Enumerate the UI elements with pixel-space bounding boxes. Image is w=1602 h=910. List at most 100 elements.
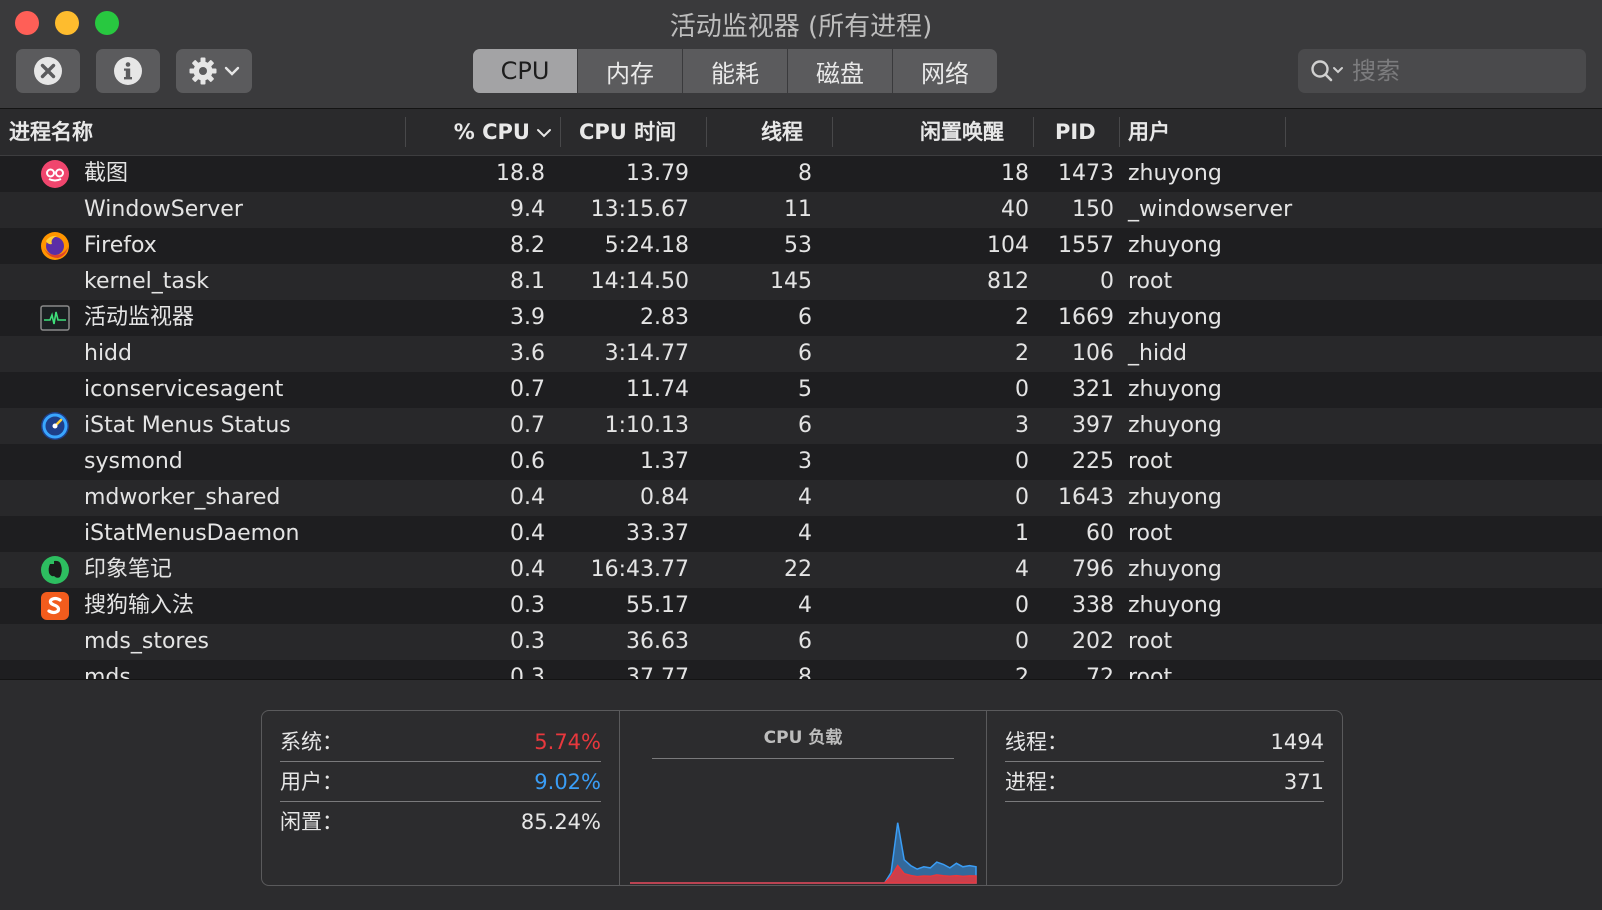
- threads-cell: 4: [798, 485, 812, 510]
- user-cell: zhuyong: [1128, 485, 1222, 510]
- idle-wakeups-cell: 40: [1001, 197, 1029, 222]
- table-row[interactable]: iconservicesagent 0.7 11.74 5 0 321 zhuyong: [0, 372, 1602, 408]
- table-row[interactable]: iStatMenusDaemon 0.4 33.37 4 1 60 root: [0, 516, 1602, 552]
- pid-cell: 321: [1072, 377, 1114, 402]
- process-name-cell: kernel_task: [84, 269, 210, 294]
- cpu-cell: 0.3: [510, 593, 545, 618]
- chevron-down-icon: [224, 66, 240, 76]
- idle-wakeups-cell: 812: [987, 269, 1029, 294]
- idle-wakeups-cell: 1: [1015, 521, 1029, 546]
- table-row[interactable]: Firefox 8.2 5:24.18 53 104 1557 zhuyong: [0, 228, 1602, 264]
- idle-wakeups-cell: 104: [987, 233, 1029, 258]
- process-name-cell: mdworker_shared: [84, 485, 281, 510]
- table-row[interactable]: kernel_task 8.1 14:14.50 145 812 0 root: [0, 264, 1602, 300]
- threads-cell: 4: [798, 521, 812, 546]
- threads-cell: 145: [770, 269, 812, 294]
- firefox-icon: [40, 231, 70, 261]
- pid-cell: 0: [1100, 269, 1114, 294]
- process-name-cell: mds: [84, 665, 131, 679]
- toolbar: 活动监视器 (所有进程) CPU 内存 能耗 磁盘 网络 搜索: [0, 0, 1602, 109]
- inspect-process-button[interactable]: [96, 49, 160, 93]
- user-label: 用户：: [280, 770, 343, 794]
- table-row[interactable]: WindowServer 9.4 13:15.67 11 40 150 _windowser…: [0, 192, 1602, 228]
- table-header: 进程名称 % CPU CPU 时间 线程 闲置唤醒 PID 用户: [0, 109, 1602, 156]
- search-input[interactable]: [1350, 56, 1554, 86]
- table-row[interactable]: mdworker_shared 0.4 0.84 4 0 1643 zhuyong: [0, 480, 1602, 516]
- search-field[interactable]: [1298, 49, 1586, 93]
- user-cell: zhuyong: [1128, 557, 1222, 582]
- process-name-cell: mds_stores: [84, 629, 209, 654]
- table-row[interactable]: 搜狗输入法 0.3 55.17 4 0 338 zhuyong: [0, 588, 1602, 624]
- idle-wakeups-cell: 2: [1015, 305, 1029, 330]
- summary-panel: 系统： 5.74% 用户： 9.02% 闲置： 85.24% CPU 负载 线程…: [0, 679, 1602, 910]
- column-header-pid[interactable]: PID: [1034, 109, 1120, 155]
- screenshot-app-icon: [40, 159, 70, 189]
- process-counts: 线程： 1494 进程： 371: [987, 711, 1342, 885]
- cpu-time-cell: 3:14.77: [604, 341, 689, 366]
- pid-cell: 1473: [1058, 161, 1114, 186]
- threads-cell: 6: [798, 305, 812, 330]
- action-menu-button[interactable]: [176, 49, 252, 93]
- table-row[interactable]: 活动监视器 3.9 2.83 6 2 1669 zhuyong: [0, 300, 1602, 336]
- system-usage-row: 系统： 5.74%: [280, 723, 601, 762]
- tab-energy[interactable]: 能耗: [682, 49, 787, 93]
- column-header-cpu[interactable]: % CPU: [406, 109, 561, 155]
- user-cell: zhuyong: [1128, 161, 1222, 186]
- idle-wakeups-cell: 3: [1015, 413, 1029, 438]
- table-row[interactable]: iStat Menus Status 0.7 1:10.13 6 3 397 zhuyong: [0, 408, 1602, 444]
- info-icon: [114, 57, 142, 85]
- tab-cpu[interactable]: CPU: [473, 49, 577, 93]
- table-row[interactable]: mds 0.3 37.77 8 2 72 root: [0, 660, 1602, 679]
- idle-value: 85.24%: [520, 810, 601, 834]
- sort-descending-icon: [537, 129, 551, 138]
- column-header-threads[interactable]: 线程: [707, 109, 833, 155]
- tab-network[interactable]: 网络: [892, 49, 997, 93]
- column-header-user[interactable]: 用户: [1120, 109, 1286, 155]
- evernote-icon: [40, 555, 70, 585]
- tab-disk[interactable]: 磁盘: [787, 49, 892, 93]
- table-row[interactable]: 印象笔记 0.4 16:43.77 22 4 796 zhuyong: [0, 552, 1602, 588]
- pid-cell: 106: [1072, 341, 1114, 366]
- column-header-name[interactable]: 进程名称: [9, 109, 406, 155]
- pid-cell: 1557: [1058, 233, 1114, 258]
- user-value: 9.02%: [534, 770, 601, 794]
- cpu-cell: 0.7: [510, 377, 545, 402]
- column-header-idle-wakeups[interactable]: 闲置唤醒: [833, 109, 1034, 155]
- pid-cell: 338: [1072, 593, 1114, 618]
- stop-process-button[interactable]: [16, 49, 80, 93]
- istat-menus-icon: [40, 411, 70, 441]
- activity-monitor-window: 活动监视器 (所有进程) CPU 内存 能耗 磁盘 网络 搜索 进程名称 % C…: [0, 0, 1602, 910]
- threads-label: 线程：: [1005, 730, 1068, 754]
- column-header-cpu-time[interactable]: CPU 时间: [561, 109, 707, 155]
- process-name-cell: sysmond: [84, 449, 183, 474]
- cpu-time-cell: 1:10.13: [604, 413, 689, 438]
- idle-wakeups-cell: 0: [1015, 485, 1029, 510]
- user-cell: zhuyong: [1128, 593, 1222, 618]
- threads-cell: 3: [798, 449, 812, 474]
- pid-cell: 150: [1072, 197, 1114, 222]
- table-row[interactable]: sysmond 0.6 1.37 3 0 225 root: [0, 444, 1602, 480]
- cpu-cell: 18.8: [496, 161, 545, 186]
- user-cell: zhuyong: [1128, 377, 1222, 402]
- processes-label: 进程：: [1005, 770, 1068, 794]
- user-cell: root: [1128, 521, 1173, 546]
- cpu-usage-breakdown: 系统： 5.74% 用户： 9.02% 闲置： 85.24%: [262, 711, 620, 885]
- user-usage-row: 用户： 9.02%: [280, 763, 601, 802]
- user-cell: _hidd: [1128, 341, 1187, 366]
- threads-value: 1494: [1270, 730, 1324, 754]
- cpu-stats-box: 系统： 5.74% 用户： 9.02% 闲置： 85.24% CPU 负载 线程…: [261, 710, 1343, 886]
- cpu-cell: 0.7: [510, 413, 545, 438]
- cpu-time-cell: 13:15.67: [590, 197, 689, 222]
- tab-memory[interactable]: 内存: [577, 49, 682, 93]
- cpu-cell: 0.4: [510, 485, 545, 510]
- table-row[interactable]: mds_stores 0.3 36.63 6 0 202 root: [0, 624, 1602, 660]
- table-row[interactable]: hidd 3.6 3:14.77 6 2 106 _hidd: [0, 336, 1602, 372]
- table-body: 截图 18.8 13.79 8 18 1473 zhuyong WindowServer 9.4…: [0, 156, 1602, 679]
- search-icon: [1310, 59, 1344, 83]
- cpu-cell: 0.3: [510, 629, 545, 654]
- stop-process-icon: [34, 57, 62, 85]
- process-name-cell: iStat Menus Status: [84, 413, 291, 438]
- cpu-time-cell: 33.37: [626, 521, 689, 546]
- table-row[interactable]: 截图 18.8 13.79 8 18 1473 zhuyong: [0, 156, 1602, 192]
- system-value: 5.74%: [534, 730, 601, 754]
